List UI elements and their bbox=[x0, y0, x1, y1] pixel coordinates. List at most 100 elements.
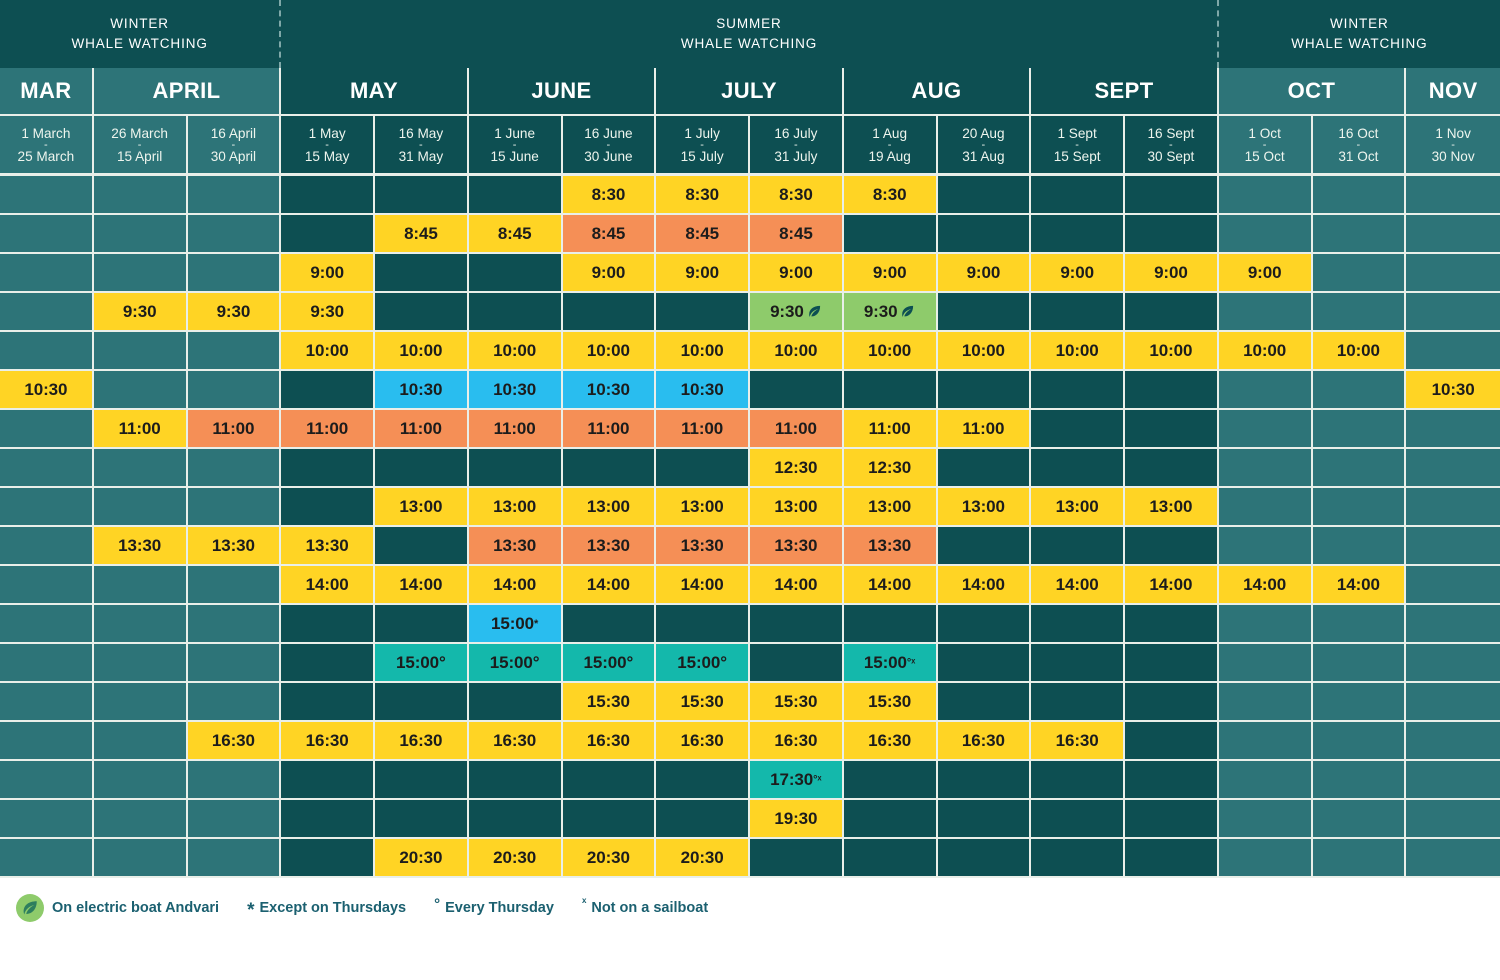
departure-time-cell[interactable]: 8:30 bbox=[843, 176, 938, 215]
departure-time-cell[interactable]: 13:30 bbox=[843, 527, 938, 566]
departure-time-cell[interactable]: 10:30 bbox=[468, 371, 563, 410]
departure-time-cell[interactable]: 9:00 bbox=[937, 254, 1032, 293]
departure-time-cell[interactable]: 17:30 °ˣ bbox=[750, 761, 844, 800]
departure-time-cell[interactable]: 8:45 bbox=[375, 215, 469, 254]
departure-time-cell[interactable]: 11:00 bbox=[937, 410, 1032, 449]
departure-time-cell[interactable]: 11:00 bbox=[187, 410, 282, 449]
departure-time-cell[interactable]: 13:00 bbox=[843, 488, 938, 527]
departure-time-cell[interactable]: 13:00 bbox=[1125, 488, 1219, 527]
departure-time-cell[interactable]: 10:00 bbox=[562, 332, 657, 371]
departure-time-cell[interactable]: 14:00 bbox=[562, 566, 657, 605]
departure-time-cell[interactable]: 9:00 bbox=[656, 254, 750, 293]
departure-time-cell[interactable]: 20:30 bbox=[375, 839, 469, 878]
departure-time-cell[interactable]: 19:30 bbox=[750, 800, 844, 839]
departure-time-cell[interactable]: 8:30 bbox=[750, 176, 844, 215]
departure-time-cell[interactable]: 16:30 bbox=[562, 722, 657, 761]
departure-time-cell[interactable]: 11:00 bbox=[93, 410, 188, 449]
departure-time-cell[interactable]: 10:30 bbox=[1406, 371, 1500, 410]
departure-time-cell[interactable]: 8:30 bbox=[656, 176, 750, 215]
departure-time-cell[interactable]: 11:00 bbox=[468, 410, 563, 449]
departure-time-cell[interactable]: 10:30 bbox=[562, 371, 657, 410]
departure-time-cell[interactable]: 15:00 * bbox=[468, 605, 563, 644]
departure-time-cell[interactable]: 9:30 bbox=[281, 293, 375, 332]
departure-time-cell[interactable]: 20:30 bbox=[468, 839, 563, 878]
departure-time-cell[interactable]: 12:30 bbox=[843, 449, 938, 488]
departure-time-cell[interactable]: 13:30 bbox=[468, 527, 563, 566]
departure-time-cell[interactable]: 20:30 bbox=[656, 839, 750, 878]
departure-time-cell[interactable]: 10:30 bbox=[656, 371, 750, 410]
departure-time-cell[interactable]: 10:00 bbox=[937, 332, 1032, 371]
departure-time-cell[interactable]: 13:00 bbox=[468, 488, 563, 527]
departure-time-cell[interactable]: 13:30 bbox=[187, 527, 282, 566]
departure-time-cell[interactable]: 10:00 bbox=[375, 332, 469, 371]
departure-time-cell[interactable]: 15:30 bbox=[843, 683, 938, 722]
departure-time-cell[interactable]: 14:00 bbox=[375, 566, 469, 605]
departure-time-cell[interactable]: 13:30 bbox=[656, 527, 750, 566]
departure-time-cell[interactable]: 14:00 bbox=[1218, 566, 1313, 605]
departure-time-cell[interactable]: 14:00 bbox=[468, 566, 563, 605]
departure-time-cell[interactable]: 9:30 bbox=[843, 293, 938, 332]
departure-time-cell[interactable]: 15:00 ° bbox=[468, 644, 563, 683]
departure-time-cell[interactable]: 15:00 ° bbox=[375, 644, 469, 683]
departure-time-cell[interactable]: 8:30 bbox=[562, 176, 657, 215]
departure-time-cell[interactable]: 13:00 bbox=[656, 488, 750, 527]
departure-time-cell[interactable]: 20:30 bbox=[562, 839, 657, 878]
departure-time-cell[interactable]: 13:30 bbox=[750, 527, 844, 566]
departure-time-cell[interactable]: 14:00 bbox=[1125, 566, 1219, 605]
departure-time-cell[interactable]: 14:00 bbox=[656, 566, 750, 605]
departure-time-cell[interactable]: 9:00 bbox=[281, 254, 375, 293]
departure-time-cell[interactable]: 11:00 bbox=[656, 410, 750, 449]
departure-time-cell[interactable]: 9:00 bbox=[1125, 254, 1219, 293]
departure-time-cell[interactable]: 8:45 bbox=[468, 215, 563, 254]
departure-time-cell[interactable]: 16:30 bbox=[937, 722, 1032, 761]
departure-time-cell[interactable]: 10:00 bbox=[656, 332, 750, 371]
departure-time-cell[interactable]: 9:30 bbox=[750, 293, 844, 332]
departure-time-cell[interactable]: 15:30 bbox=[562, 683, 657, 722]
departure-time-cell[interactable]: 14:00 bbox=[843, 566, 938, 605]
departure-time-cell[interactable]: 9:00 bbox=[562, 254, 657, 293]
departure-time-cell[interactable]: 14:00 bbox=[281, 566, 375, 605]
departure-time-cell[interactable]: 14:00 bbox=[937, 566, 1032, 605]
departure-time-cell[interactable]: 9:00 bbox=[843, 254, 938, 293]
departure-time-cell[interactable]: 10:30 bbox=[0, 371, 94, 410]
departure-time-cell[interactable]: 16:30 bbox=[843, 722, 938, 761]
departure-time-cell[interactable]: 15:30 bbox=[656, 683, 750, 722]
departure-time-cell[interactable]: 10:00 bbox=[281, 332, 375, 371]
departure-time-cell[interactable]: 13:00 bbox=[1031, 488, 1125, 527]
departure-time-cell[interactable]: 11:00 bbox=[843, 410, 938, 449]
departure-time-cell[interactable]: 11:00 bbox=[750, 410, 844, 449]
departure-time-cell[interactable]: 13:00 bbox=[375, 488, 469, 527]
departure-time-cell[interactable]: 10:00 bbox=[750, 332, 844, 371]
departure-time-cell[interactable]: 13:00 bbox=[750, 488, 844, 527]
departure-time-cell[interactable]: 9:00 bbox=[1031, 254, 1125, 293]
departure-time-cell[interactable]: 10:30 bbox=[375, 371, 469, 410]
departure-time-cell[interactable]: 15:00 ° bbox=[656, 644, 750, 683]
departure-time-cell[interactable]: 10:00 bbox=[1312, 332, 1407, 371]
departure-time-cell[interactable]: 15:30 bbox=[750, 683, 844, 722]
departure-time-cell[interactable]: 10:00 bbox=[1218, 332, 1313, 371]
departure-time-cell[interactable]: 14:00 bbox=[750, 566, 844, 605]
departure-time-cell[interactable]: 12:30 bbox=[750, 449, 844, 488]
departure-time-cell[interactable]: 9:00 bbox=[1218, 254, 1313, 293]
departure-time-cell[interactable]: 11:00 bbox=[562, 410, 657, 449]
departure-time-cell[interactable]: 10:00 bbox=[1125, 332, 1219, 371]
departure-time-cell[interactable]: 10:00 bbox=[843, 332, 938, 371]
departure-time-cell[interactable]: 13:00 bbox=[562, 488, 657, 527]
departure-time-cell[interactable]: 14:00 bbox=[1312, 566, 1407, 605]
departure-time-cell[interactable]: 13:30 bbox=[562, 527, 657, 566]
departure-time-cell[interactable]: 16:30 bbox=[468, 722, 563, 761]
departure-time-cell[interactable]: 8:45 bbox=[656, 215, 750, 254]
departure-time-cell[interactable]: 13:30 bbox=[93, 527, 188, 566]
departure-time-cell[interactable]: 15:00 °ˣ bbox=[843, 644, 938, 683]
departure-time-cell[interactable]: 15:00 ° bbox=[562, 644, 657, 683]
departure-time-cell[interactable]: 13:30 bbox=[281, 527, 375, 566]
departure-time-cell[interactable]: 8:45 bbox=[750, 215, 844, 254]
departure-time-cell[interactable]: 10:00 bbox=[468, 332, 563, 371]
departure-time-cell[interactable]: 16:30 bbox=[1031, 722, 1125, 761]
departure-time-cell[interactable]: 16:30 bbox=[187, 722, 282, 761]
departure-time-cell[interactable]: 16:30 bbox=[375, 722, 469, 761]
departure-time-cell[interactable]: 16:30 bbox=[281, 722, 375, 761]
departure-time-cell[interactable]: 11:00 bbox=[281, 410, 375, 449]
departure-time-cell[interactable]: 8:45 bbox=[562, 215, 657, 254]
departure-time-cell[interactable]: 16:30 bbox=[656, 722, 750, 761]
